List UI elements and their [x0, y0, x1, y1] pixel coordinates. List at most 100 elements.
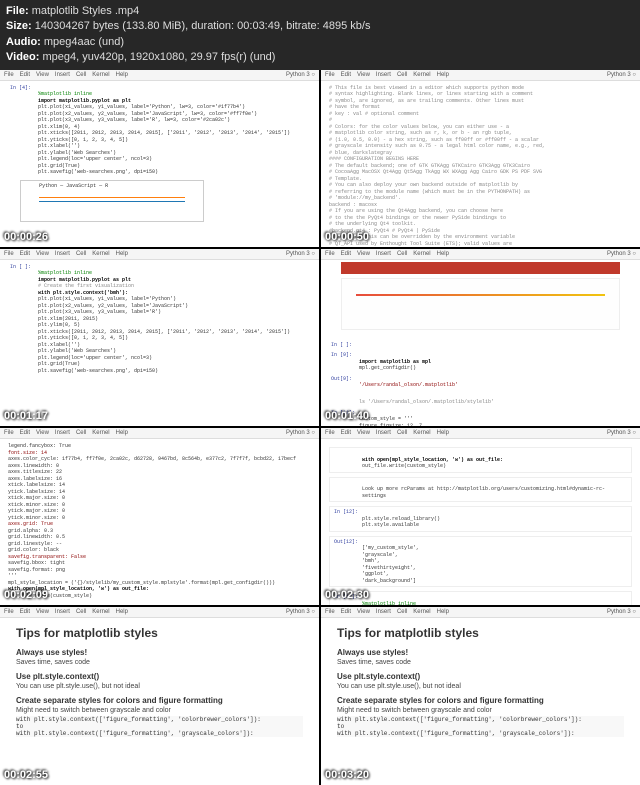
menu-item[interactable]: Edit [341, 251, 351, 257]
menu-item[interactable]: File [4, 430, 14, 436]
cell-label: Out[12]: [332, 538, 360, 546]
code-cell: In [ ]:%matplotlib inlineimport matplotl… [0, 260, 319, 379]
style-code: legend.fancybox: Truefont.size: 14axes.c… [0, 439, 319, 603]
cell-label: In [ ]: [329, 341, 354, 349]
thumbnail-0[interactable]: FileEditViewInsertCellKernelHelpPython 3… [0, 70, 319, 247]
menu-item[interactable]: View [357, 609, 370, 615]
menu-item[interactable]: Edit [341, 609, 351, 615]
tips-code: with plt.style.context(['figure_formatti… [16, 716, 303, 737]
plot-legend: Python — JavaScript — R [39, 183, 108, 190]
menu-item[interactable]: Help [116, 72, 128, 78]
menu-item[interactable]: Help [116, 251, 128, 257]
cell-label [332, 479, 336, 487]
cell-label: In [4]: [8, 84, 33, 92]
menu-item[interactable]: Kernel [92, 430, 109, 436]
menu-item[interactable]: Insert [55, 251, 70, 257]
menu-item[interactable]: File [4, 72, 14, 78]
menu-item[interactable]: Cell [76, 430, 86, 436]
menu-item[interactable]: Cell [76, 609, 86, 615]
menu-item[interactable]: Kernel [92, 251, 109, 257]
menu-item[interactable]: Help [437, 251, 449, 257]
plot-area [341, 278, 620, 330]
code-line: mpl.get_configdir() [359, 365, 632, 372]
menu-item[interactable]: Edit [20, 430, 30, 436]
code-line: plt.style.available [362, 522, 629, 529]
menu-item[interactable]: View [357, 72, 370, 78]
cells: with open(mpl_style_location, 'w') as ou… [321, 439, 640, 605]
menu-item[interactable]: Edit [20, 251, 30, 257]
plot-output: Python — JavaScript — R [20, 180, 204, 222]
thumbnail-4[interactable]: FileEditViewInsertCellKernelHelpPython 3… [0, 428, 319, 605]
timestamp: 00:02:30 [325, 589, 369, 601]
menu-item[interactable]: View [36, 72, 49, 78]
menu-item[interactable]: View [357, 251, 370, 257]
menu-item[interactable]: Edit [341, 72, 351, 78]
notebook-menu: FileEditViewInsertCellKernelHelpPython 3… [0, 607, 319, 618]
menu-item[interactable]: Edit [341, 430, 351, 436]
comment-line: # QT_API used by Enthought Tool Suite (E… [329, 241, 632, 247]
thumbnail-7[interactable]: FileEditViewInsertCellKernelHelpPython 3… [321, 607, 640, 784]
menu-item[interactable]: Insert [55, 430, 70, 436]
code-line: ls '/Users/randal_olson/.matplotlib/styl… [359, 399, 632, 406]
code-line: plt.xticks([2011, 2012, 2013, 2014, 2015… [38, 130, 311, 137]
menu-item[interactable]: View [36, 430, 49, 436]
thumbnail-1[interactable]: File Edit View Insert Cell Kernel Help Python 3… [321, 70, 640, 247]
menu-item[interactable]: Help [437, 430, 449, 436]
menu-item[interactable]: Insert [376, 430, 391, 436]
menu-item[interactable]: File [325, 72, 335, 78]
menu-item[interactable]: Cell [76, 251, 86, 257]
tips-title: Tips for matplotlib styles [16, 626, 303, 640]
menu-item[interactable]: Cell [397, 609, 407, 615]
thumbnail-6[interactable]: FileEditViewInsertCellKernelHelpPython 3… [0, 607, 319, 784]
menu-item[interactable]: Cell [397, 430, 407, 436]
tips-heading: Use plt.style.context() [16, 672, 303, 681]
menu-item[interactable]: Help [437, 72, 449, 78]
cell-label [329, 392, 333, 400]
tips-text: You can use plt.style.use(), but not ide… [16, 683, 303, 690]
menu-item[interactable]: Kernel [413, 251, 430, 257]
menu-item[interactable]: Help [116, 609, 128, 615]
menu-item[interactable]: Edit [20, 609, 30, 615]
code-line: out_file.write(custom_style) [8, 593, 311, 600]
timestamp: 00:02:55 [4, 769, 48, 781]
menu-item[interactable]: File [4, 251, 14, 257]
menu-item[interactable]: Insert [376, 609, 391, 615]
menu-item[interactable]: Insert [55, 72, 70, 78]
menu-item[interactable]: View [357, 430, 370, 436]
menu-item[interactable]: File [4, 609, 14, 615]
menu-item[interactable]: Cell [397, 251, 407, 257]
kernel-indicator: Python 3 ○ [607, 72, 636, 78]
cell-label [332, 449, 336, 457]
menu-item[interactable]: Insert [376, 72, 391, 78]
thumbnail-2[interactable]: FileEditViewInsertCellKernelHelpPython 3… [0, 249, 319, 426]
timestamp: 00:03:20 [325, 769, 369, 781]
tips-title: Tips for matplotlib styles [337, 626, 624, 640]
menu-item[interactable]: View [36, 609, 49, 615]
menu-item[interactable]: Cell [397, 72, 407, 78]
code-line: figure.figsize: 12, 7 [359, 423, 632, 426]
menu-item[interactable]: File [325, 609, 335, 615]
notebook-menu: FileEditViewInsertCellKernelHelpPython 3… [321, 428, 640, 439]
menu-item[interactable]: Help [116, 430, 128, 436]
menu-item[interactable]: File [325, 430, 335, 436]
file-info-header: File: matplotlib Styles .mp4 Size: 14030… [0, 0, 640, 70]
tips-text: Might need to switch between grayscale a… [337, 707, 624, 714]
menu-item[interactable]: Kernel [413, 430, 430, 436]
menu-item[interactable]: Insert [55, 609, 70, 615]
menu-item[interactable]: Kernel [92, 609, 109, 615]
menu-item[interactable]: Kernel [92, 72, 109, 78]
thumbnail-5[interactable]: FileEditViewInsertCellKernelHelpPython 3… [321, 428, 640, 605]
cell-label: In [12]: [332, 508, 360, 516]
menu-item[interactable]: File [325, 251, 335, 257]
menu-item[interactable]: Cell [76, 72, 86, 78]
menu-item[interactable]: Edit [20, 72, 30, 78]
timestamp: 00:01:17 [4, 410, 48, 422]
menu-item[interactable]: Insert [376, 251, 391, 257]
thumbnail-3[interactable]: FileEditViewInsertCellKernelHelpPython 3… [321, 249, 640, 426]
cell-label: Out[9]: [329, 375, 354, 383]
menu-item[interactable]: Help [437, 609, 449, 615]
menu-item[interactable]: View [36, 251, 49, 257]
notebook-menu: FileEditViewInsertCellKernelHelpPython 3… [321, 249, 640, 260]
menu-item[interactable]: Kernel [413, 609, 430, 615]
menu-item[interactable]: Kernel [413, 72, 430, 78]
